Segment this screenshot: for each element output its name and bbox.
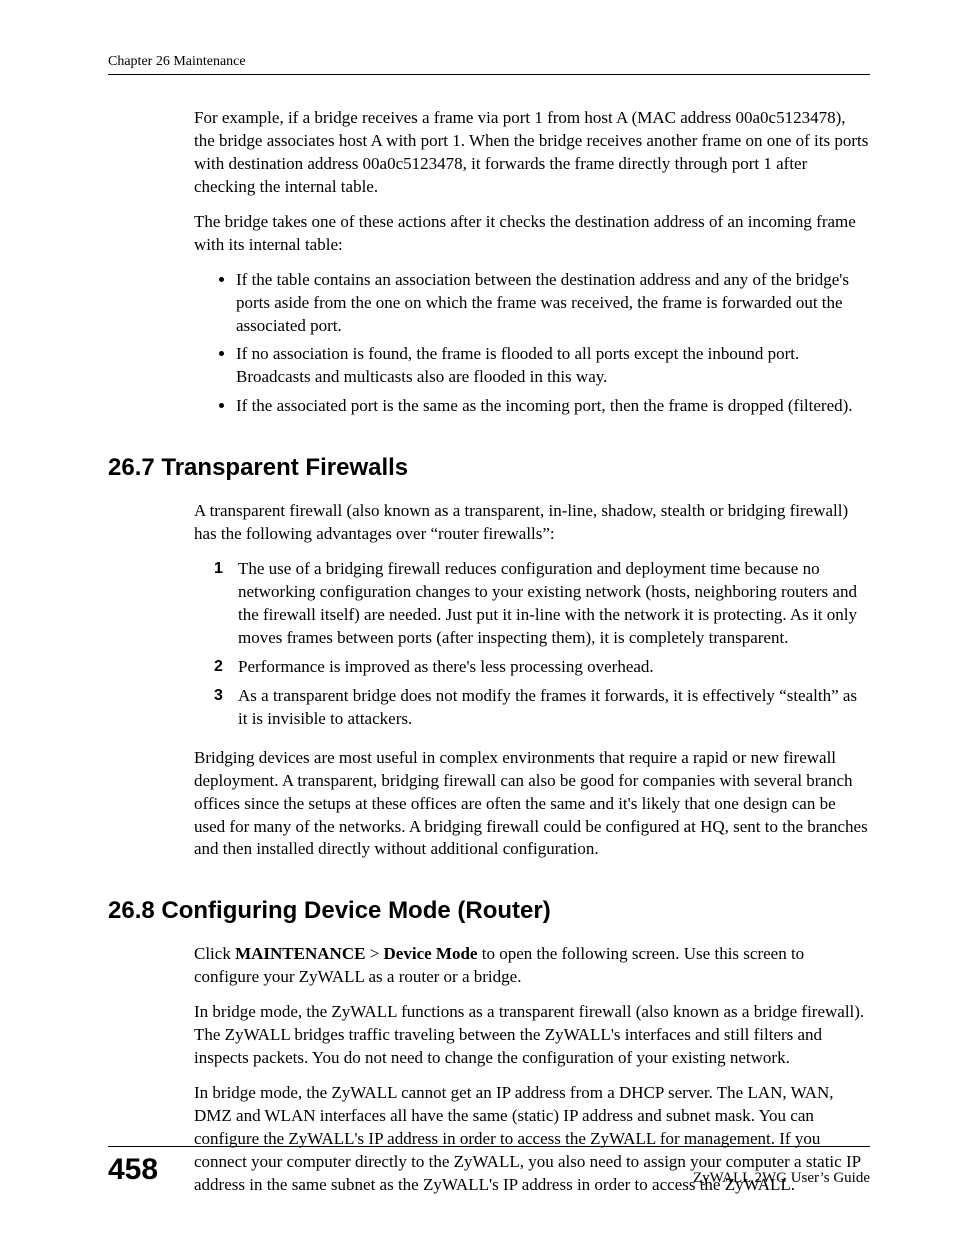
list-marker: 3: [214, 685, 223, 707]
list-marker: 2: [214, 656, 223, 678]
list-item: 3 As a transparent bridge does not modif…: [214, 685, 870, 731]
page-footer: 458 ZyWALL 2WG User’s Guide: [108, 1146, 870, 1187]
bold-text: Device Mode: [384, 944, 478, 963]
bold-text: MAINTENANCE: [235, 944, 365, 963]
numbered-list: 1 The use of a bridging firewall reduces…: [108, 558, 870, 731]
list-item: 2 Performance is improved as there's les…: [214, 656, 870, 679]
list-text: As a transparent bridge does not modify …: [238, 686, 857, 728]
footer-row: 458 ZyWALL 2WG User’s Guide: [108, 1153, 870, 1187]
intro-block: For example, if a bridge receives a fram…: [194, 107, 870, 257]
paragraph: For example, if a bridge receives a fram…: [194, 107, 870, 199]
doc-title: ZyWALL 2WG User’s Guide: [693, 1170, 870, 1187]
text-run: >: [365, 944, 383, 963]
paragraph: Click MAINTENANCE > Device Mode to open …: [194, 943, 870, 989]
paragraph: A transparent firewall (also known as a …: [194, 500, 870, 546]
list-text: The use of a bridging firewall reduces c…: [238, 559, 857, 647]
section-heading-26-7: 26.7 Transparent Firewalls: [108, 454, 870, 482]
paragraph: The bridge takes one of these actions af…: [194, 211, 870, 257]
paragraph: Bridging devices are most useful in comp…: [194, 747, 870, 862]
page-number: 458: [108, 1153, 158, 1187]
footer-rule: [108, 1146, 870, 1147]
list-marker: 1: [214, 558, 223, 580]
list-item: 1 The use of a bridging firewall reduces…: [214, 558, 870, 650]
list-item: If the associated port is the same as th…: [236, 395, 870, 418]
section-26-7-outro: Bridging devices are most useful in comp…: [194, 747, 870, 862]
page: Chapter 26 Maintenance For example, if a…: [0, 0, 954, 1235]
list-item: If the table contains an association bet…: [236, 269, 870, 338]
bullet-list: If the table contains an association bet…: [108, 269, 870, 419]
list-item: If no association is found, the frame is…: [236, 343, 870, 389]
header-rule: [108, 74, 870, 75]
section-heading-26-8: 26.8 Configuring Device Mode (Router): [108, 897, 870, 925]
running-head: Chapter 26 Maintenance: [108, 54, 870, 70]
section-26-7-intro: A transparent firewall (also known as a …: [194, 500, 870, 546]
list-text: Performance is improved as there's less …: [238, 657, 654, 676]
text-run: Click: [194, 944, 235, 963]
paragraph: In bridge mode, the ZyWALL functions as …: [194, 1001, 870, 1070]
